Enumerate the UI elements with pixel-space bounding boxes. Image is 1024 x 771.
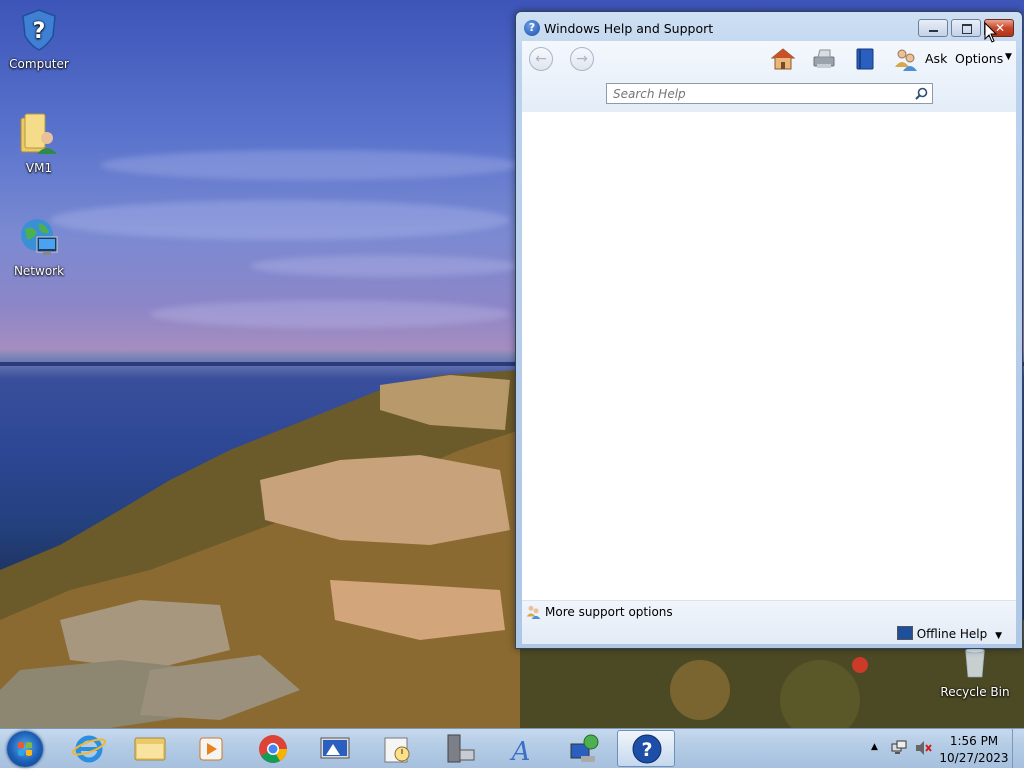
globe-network-icon	[21, 219, 58, 255]
taskbar-help-support[interactable]: ?	[617, 730, 675, 767]
taskbar-font-tool[interactable]: A	[492, 730, 550, 767]
desktop-icon-label: Network	[13, 264, 65, 278]
font-tool-icon: A	[510, 737, 531, 767]
cloud	[150, 300, 510, 328]
options-button[interactable]: Options	[955, 51, 1003, 66]
desktop-icon-label: Recycle Bin	[940, 685, 1010, 699]
taskbar-windows-explorer[interactable]	[121, 730, 179, 767]
people-icon	[526, 604, 541, 619]
help-window: ? Windows Help and Support ✕ ← → Ask Opt…	[515, 11, 1023, 649]
taskbar: A ? ▲ 1:56 PM 10/27/2023	[0, 728, 1024, 768]
desktop-icon-recycle-bin[interactable]: Recycle Bin	[937, 646, 1013, 699]
taskbar-media-player[interactable]	[182, 730, 240, 767]
status-bar: More support options Offline Help ▼	[522, 600, 1016, 644]
title-bar[interactable]: ? Windows Help and Support ✕	[516, 12, 1022, 42]
back-button[interactable]: ←	[529, 47, 553, 71]
chevron-down-icon: ▼	[995, 631, 1002, 641]
help-support-icon: ?	[632, 734, 662, 764]
search-input[interactable]	[611, 86, 905, 102]
start-button[interactable]	[7, 731, 43, 767]
windows-logo-icon	[18, 742, 32, 756]
cloud	[50, 200, 510, 240]
desktop-icon-vm1[interactable]: VM1	[1, 112, 77, 175]
forward-button[interactable]: →	[570, 47, 594, 71]
toolbar: ← → Ask Options ▼ Search Help	[522, 41, 1016, 112]
svg-text:A: A	[510, 737, 531, 767]
taskbar-task-scheduler[interactable]	[368, 730, 426, 767]
taskbar-chrome[interactable]	[244, 730, 302, 767]
server-manager-icon	[447, 734, 475, 763]
chrome-icon	[259, 735, 287, 763]
recycle-bin-icon	[965, 647, 985, 678]
computer-icon	[896, 626, 913, 640]
help-content	[522, 112, 1016, 600]
more-support-options-link[interactable]: More support options	[526, 604, 673, 619]
desktop-icon-network[interactable]: Network	[1, 215, 77, 278]
taskbar-remote-desktop[interactable]	[306, 730, 364, 767]
remote-desktop-icon	[320, 737, 350, 759]
window-title: Windows Help and Support	[544, 21, 714, 36]
taskbar-server-manager[interactable]	[430, 730, 488, 767]
offline-help-dropdown[interactable]: Offline Help ▼	[896, 626, 1002, 641]
book-icon[interactable]	[853, 47, 877, 71]
minimize-icon	[929, 30, 938, 32]
svg-text:?: ?	[641, 739, 652, 761]
svg-text:?: ?	[33, 19, 46, 44]
restore-icon	[962, 24, 972, 34]
restore-button[interactable]	[951, 19, 981, 37]
chevron-down-icon: ▼	[1005, 52, 1012, 62]
clock-date[interactable]: 10/27/2023	[936, 751, 1012, 765]
back-arrow-icon: ←	[535, 51, 547, 67]
people-icon[interactable]	[894, 47, 918, 71]
volume-muted-icon[interactable]	[915, 740, 933, 756]
network-sharing-icon	[570, 734, 599, 762]
search-box	[606, 83, 933, 104]
ask-button[interactable]: Ask	[925, 51, 947, 66]
home-icon[interactable]	[771, 47, 795, 71]
window-client: ← → Ask Options ▼ Search Help More suppo…	[522, 41, 1016, 644]
internet-explorer-icon	[71, 735, 107, 763]
cloud	[100, 150, 520, 180]
cloud	[250, 255, 520, 277]
help-icon: ?	[524, 20, 540, 36]
desktop-icon-label: VM1	[25, 161, 53, 175]
show-hidden-icons-button[interactable]: ▲	[871, 742, 878, 752]
taskbar-internet-explorer[interactable]	[60, 730, 118, 767]
offline-help-label: Offline Help	[916, 627, 988, 641]
user-folder-icon	[20, 113, 57, 154]
show-desktop-button[interactable]	[1012, 729, 1024, 768]
clock-time[interactable]: 1:56 PM	[936, 734, 1012, 748]
minimize-button[interactable]	[918, 19, 948, 37]
task-scheduler-icon	[384, 737, 410, 763]
windows-explorer-icon	[134, 737, 166, 761]
desktop-icon-computer[interactable]: ? Computer	[1, 8, 77, 71]
network-status-icon[interactable]	[891, 740, 907, 756]
mouse-cursor-icon	[984, 22, 998, 43]
desktop-icon-label: Computer	[9, 57, 69, 71]
search-icon[interactable]	[915, 87, 928, 100]
taskbar-network-sharing[interactable]	[555, 730, 613, 767]
support-label: More support options	[545, 605, 673, 619]
printer-icon[interactable]	[812, 47, 836, 71]
media-player-icon	[199, 737, 223, 761]
help-shield-icon: ?	[22, 9, 56, 51]
forward-arrow-icon: →	[576, 51, 588, 67]
